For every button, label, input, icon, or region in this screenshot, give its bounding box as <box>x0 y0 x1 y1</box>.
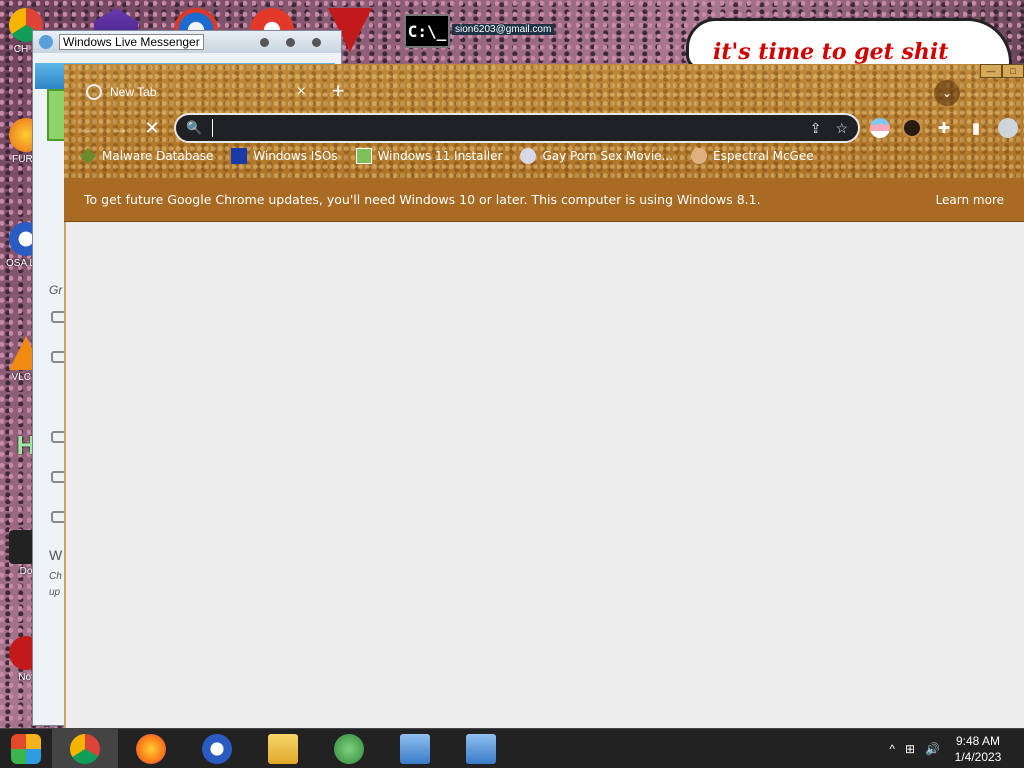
taskbar-item-file-explorer[interactable] <box>250 729 316 768</box>
address-bar-input[interactable] <box>212 119 796 137</box>
folder-icon <box>268 733 298 764</box>
tab-search-button[interactable]: ⌄ <box>934 80 960 106</box>
learn-more-link[interactable]: Learn more <box>936 193 1004 207</box>
installer-icon <box>400 733 430 764</box>
volume-icon[interactable]: 🔊 <box>925 742 940 756</box>
page-content[interactable] <box>64 222 1024 728</box>
messenger-title: Windows Live Messenger <box>59 34 204 50</box>
loading-spinner-icon <box>86 84 102 100</box>
network-icon[interactable]: ⊞ <box>905 742 915 756</box>
share-icon[interactable]: ⇪ <box>810 120 822 137</box>
forward-button[interactable]: → <box>104 112 136 144</box>
chrome-frame: — □ New Tab × + ⌄ ← → ✕ 🔍 ⇪ ☆ ✚ ▮ Malwar… <box>64 64 1024 222</box>
bookmark-star-icon[interactable]: ☆ <box>835 120 848 137</box>
bookmark-windows-isos[interactable]: Windows ISOs <box>231 148 338 164</box>
windows-x-icon <box>231 148 248 164</box>
taskbar-item-chrome[interactable] <box>52 728 118 768</box>
chrome-icon <box>70 733 100 764</box>
installer-icon <box>355 148 372 164</box>
system-tray: ^ ⊞ 🔊 9:48 AM 1/4/2023 <box>889 729 1024 768</box>
face-icon <box>691 148 708 164</box>
messenger-email: sion6203@gmail.com <box>452 24 555 35</box>
messenger-icon <box>39 35 53 49</box>
extensions-area: ✚ ▮ <box>870 118 1018 138</box>
messenger-icon <box>334 733 364 764</box>
tab-new-tab[interactable]: New Tab × <box>78 74 314 110</box>
bookmark-label: Windows ISOs <box>253 149 338 163</box>
bookmark-espectral-mcgee[interactable]: Espectral McGee <box>691 148 814 164</box>
taskbar-item-firefox[interactable] <box>118 729 184 768</box>
bookmark-label: Gay Porn Sex Movie... <box>542 149 674 163</box>
messenger-partial-text: Ch <box>49 571 62 582</box>
close-button[interactable] <box>312 37 321 47</box>
bookmark-malware-database[interactable]: Malware Database <box>80 148 213 164</box>
minimize-button[interactable] <box>260 37 269 47</box>
clock-time: 9:48 AM <box>955 734 1001 748</box>
close-tab-icon[interactable]: × <box>297 83 306 101</box>
messenger-titlebar[interactable]: Windows Live Messenger <box>33 31 341 53</box>
bookmark-label: Malware Database <box>102 149 214 163</box>
chrome-window[interactable]: — □ New Tab × + ⌄ ← → ✕ 🔍 ⇪ ☆ ✚ ▮ Malwar… <box>64 64 1024 728</box>
bookmark-label: Windows 11 Installer <box>377 149 503 163</box>
clock-date: 1/4/2023 <box>954 750 1002 764</box>
back-button[interactable]: ← <box>72 112 104 144</box>
start-icon <box>11 733 41 764</box>
tab-title: New Tab <box>110 85 157 99</box>
maximize-button[interactable]: □ <box>1002 64 1024 78</box>
bookmark-windows-11-installer[interactable]: Windows 11 Installer <box>355 148 503 164</box>
search-icon: 🔍 <box>186 120 203 135</box>
maximize-button[interactable] <box>286 37 295 47</box>
command-prompt-icon[interactable]: C:\_ <box>404 14 450 48</box>
profile-avatar-icon[interactable] <box>998 118 1018 138</box>
infobar-message: To get future Google Chrome updates, you… <box>84 192 761 207</box>
bookmark-site[interactable]: Gay Porn Sex Movie... <box>520 148 673 164</box>
wallpaper-text: it's time to get shit <box>713 39 949 65</box>
bookmarks-bar: Malware Database Windows ISOs Windows 11… <box>80 148 814 164</box>
show-hidden-icons-chevron-icon[interactable]: ^ <box>889 742 895 756</box>
puzzle-extensions-icon[interactable]: ✚ <box>934 118 954 138</box>
window-controls: — □ <box>980 64 1024 78</box>
clock[interactable]: 9:48 AM 1/4/2023 <box>950 733 1006 765</box>
messenger-window-controls <box>260 37 321 47</box>
minimize-button[interactable]: — <box>980 64 1002 78</box>
messenger-partial-text: up <box>49 587 61 598</box>
taskbar-item-installer-1[interactable] <box>382 729 448 768</box>
start-button[interactable] <box>0 729 52 768</box>
firefox-icon <box>136 733 166 764</box>
site-icon <box>520 148 537 164</box>
taskbar-item-osa[interactable] <box>184 729 250 768</box>
osa-icon <box>202 733 232 764</box>
taskbar-item-messenger[interactable] <box>316 729 382 768</box>
taskbar-item-installer-2[interactable] <box>448 729 514 768</box>
bookmark-label: Espectral McGee <box>713 149 814 163</box>
toolbar: ← → ✕ 🔍 ⇪ ☆ ✚ ▮ <box>64 112 1024 144</box>
messenger-partial-text: Gr <box>49 283 63 297</box>
face-extension-icon[interactable] <box>902 118 922 138</box>
flag-extension-icon[interactable] <box>870 118 890 138</box>
taskbar: ^ ⊞ 🔊 9:48 AM 1/4/2023 <box>0 728 1024 768</box>
update-infobar: To get future Google Chrome updates, you… <box>64 178 1024 222</box>
wallpaper-text-bubble: it's time to get shit <box>686 18 1012 70</box>
malware-icon <box>80 148 96 164</box>
side-panel-icon[interactable]: ▮ <box>966 118 986 138</box>
omnibox[interactable]: 🔍 ⇪ ☆ <box>174 113 860 143</box>
installer-icon <box>466 733 496 764</box>
new-tab-button[interactable]: + <box>326 80 350 104</box>
messenger-partial-text: W <box>49 547 63 563</box>
stop-loading-button[interactable]: ✕ <box>136 112 168 144</box>
